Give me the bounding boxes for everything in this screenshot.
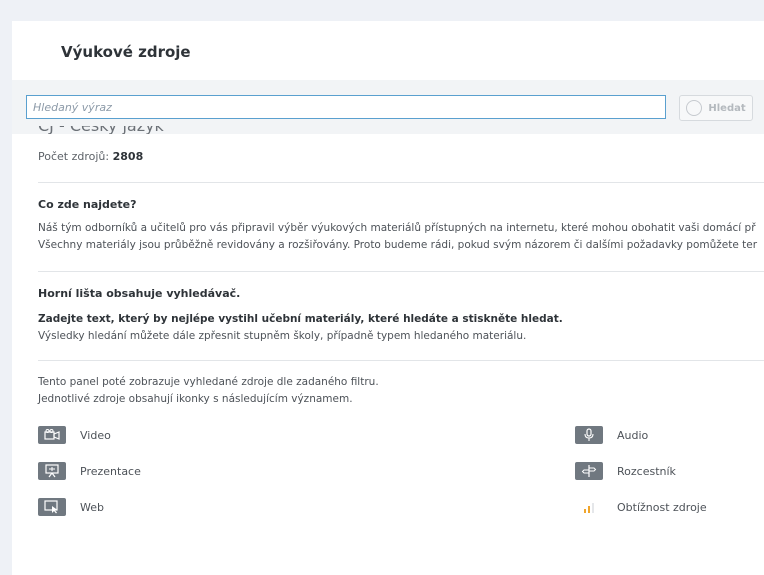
section-panel-line-1: Tento panel poté zobrazuje vyhledané zdr… — [38, 376, 379, 388]
signpost-icon — [575, 462, 603, 480]
section-what-line-1: Náš tým odborníků a učitelů pro vás přip… — [38, 222, 756, 234]
legend-difficulty: Obtížnost zdroje — [575, 498, 707, 516]
legend-signpost-label: Rozcestník — [617, 464, 676, 478]
resource-count-label: Počet zdrojů: — [38, 150, 110, 163]
divider — [38, 360, 764, 361]
resource-count: Počet zdrojů: 2808 — [38, 150, 143, 163]
legend-video: Video — [38, 426, 111, 444]
legend-web-label: Web — [80, 500, 104, 514]
divider — [38, 182, 764, 183]
legend-presentation: Prezentace — [38, 462, 141, 480]
projector-screen-icon — [38, 462, 66, 480]
resources-panel: Výukové zdroje Hledat ČJ - Český jazyk P… — [12, 21, 764, 575]
divider — [38, 271, 764, 272]
subject-title: ČJ - Český jazyk — [38, 126, 164, 134]
panel-title: Výukové zdroje — [61, 43, 191, 61]
search-button-label: Hledat — [708, 102, 746, 114]
legend-video-label: Video — [80, 428, 111, 442]
legend-audio: Audio — [575, 426, 648, 444]
legend-web: Web — [38, 498, 104, 516]
resource-count-value: 2808 — [112, 150, 144, 163]
web-cursor-icon — [38, 498, 66, 516]
legend-signpost: Rozcestník — [575, 462, 676, 480]
microphone-icon — [575, 426, 603, 444]
search-circle-icon — [686, 100, 703, 116]
section-search-text: Zadejte text, který by nejlépe vystihl u… — [38, 311, 563, 345]
section-panel-line-2: Jednotlivé zdroje obsahují ikonky s násl… — [38, 393, 353, 405]
legend-presentation-label: Prezentace — [80, 464, 141, 478]
search-input[interactable] — [26, 95, 666, 119]
section-panel-text: Tento panel poté zobrazuje vyhledané zdr… — [38, 374, 379, 408]
section-what-text: Náš tým odborníků a učitelů pro vás přip… — [38, 220, 757, 254]
legend-audio-label: Audio — [617, 428, 649, 442]
search-button[interactable]: Hledat — [679, 95, 753, 121]
video-camera-icon — [38, 426, 66, 444]
section-heading-what: Co zde najdete? — [38, 198, 137, 211]
difficulty-bars-icon — [575, 498, 603, 516]
section-search-line-1: Zadejte text, který by nejlépe vystihl u… — [38, 313, 563, 325]
section-what-line-2: Všechny materiály jsou průběžně revidová… — [38, 239, 758, 251]
legend-difficulty-label: Obtížnost zdroje — [617, 500, 707, 514]
section-heading-search: Horní lišta obsahuje vyhledávač. — [38, 287, 241, 300]
section-search-line-2: Výsledky hledání můžete dále zpřesnit st… — [38, 330, 527, 342]
